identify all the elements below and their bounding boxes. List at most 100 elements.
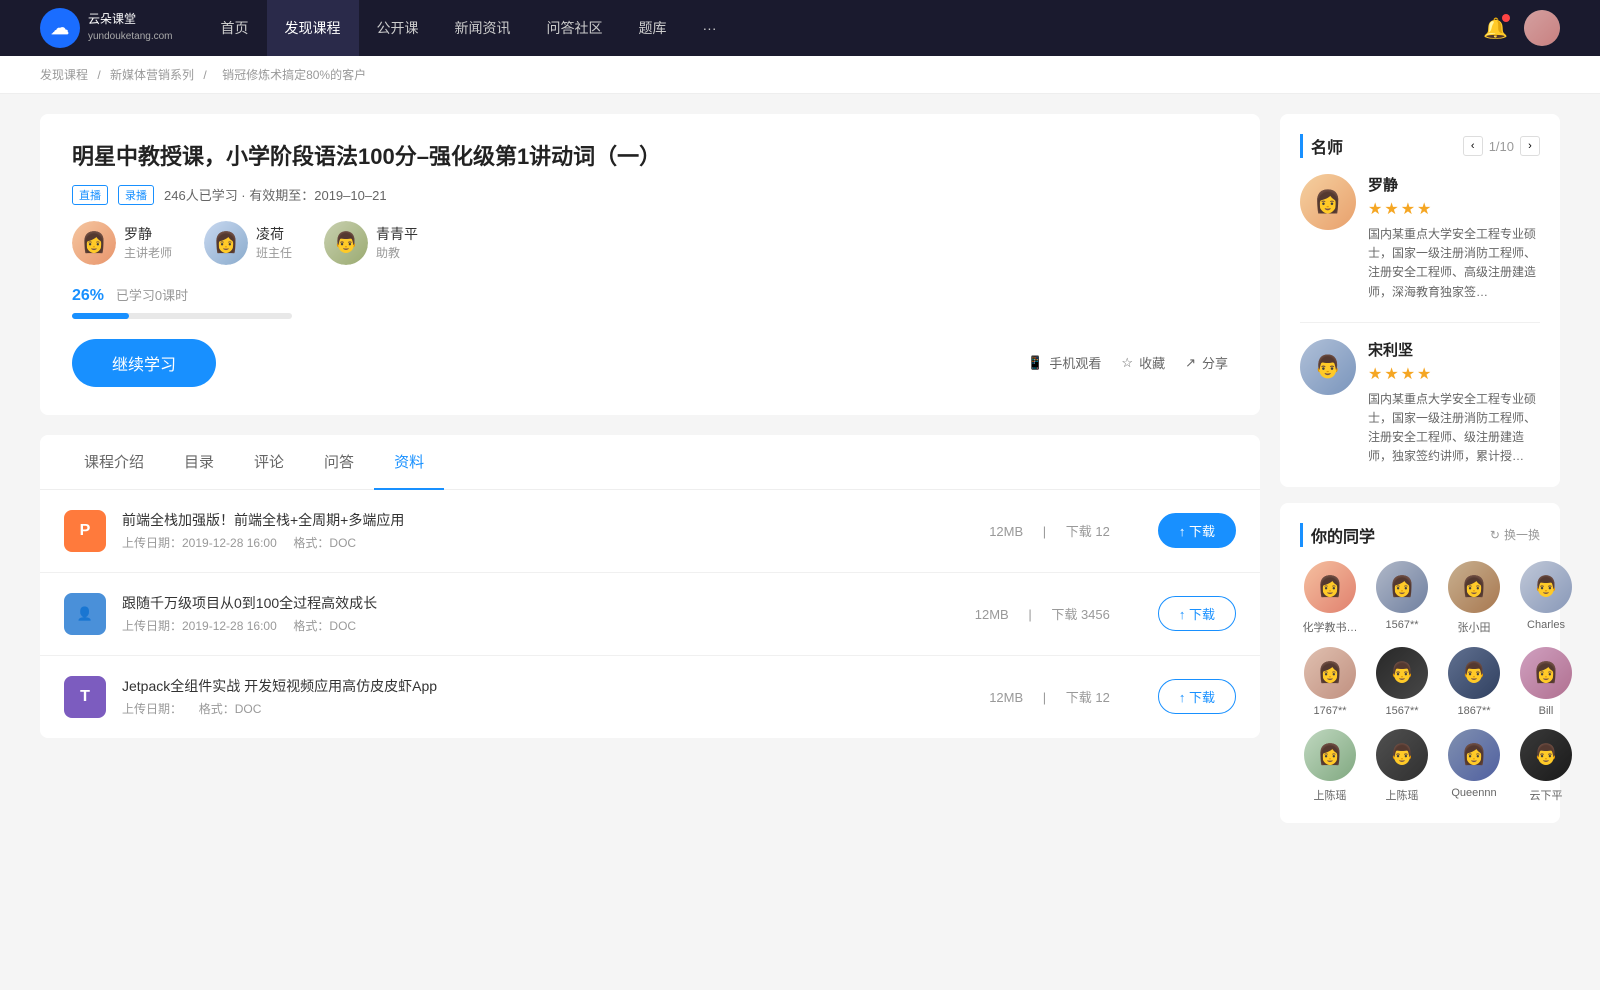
cm-face-3: 👩 — [1448, 561, 1500, 613]
course-stats: 246人已学习 · 有效期至：2019–10–21 — [164, 185, 387, 204]
logo[interactable]: ☁ 云朵课堂yundouketang.com — [40, 8, 173, 48]
next-teacher-btn[interactable]: › — [1520, 136, 1540, 156]
badge-record: 录播 — [118, 185, 154, 205]
resource-item-1: P 前端全栈加强版！前端全栈+全周期+多端应用 上传日期：2019-12-28 … — [40, 490, 1260, 573]
teacher-avatar-2: 👩 — [204, 221, 248, 265]
tab-catalog[interactable]: 目录 — [164, 435, 234, 490]
cm-name-11: Queennn — [1444, 787, 1504, 799]
breadcrumb-link-series[interactable]: 新媒体营销系列 — [110, 68, 194, 82]
collect-button[interactable]: ☆ 收藏 — [1121, 353, 1165, 372]
classmate-7[interactable]: 👨 1867** — [1444, 647, 1504, 717]
nav-item-news[interactable]: 新闻资讯 — [437, 0, 529, 56]
classmate-12[interactable]: 👨 云下平 — [1516, 729, 1576, 803]
classmate-5[interactable]: 👩 1767** — [1300, 647, 1360, 717]
tabs-content: P 前端全栈加强版！前端全栈+全周期+多端应用 上传日期：2019-12-28 … — [40, 490, 1260, 738]
nav-item-open[interactable]: 公开课 — [359, 0, 437, 56]
notification-badge — [1502, 14, 1510, 22]
cm-avatar-12: 👨 — [1520, 729, 1572, 781]
size-3: 12MB — [989, 690, 1023, 705]
teacher-role-3: 助教 — [376, 244, 418, 261]
format-3: 格式：DOC — [199, 702, 262, 716]
tab-qa[interactable]: 问答 — [304, 435, 374, 490]
resource-meta-2: 上传日期：2019-12-28 16:00 格式：DOC — [122, 617, 927, 634]
cm-avatar-11: 👩 — [1448, 729, 1500, 781]
nav-item-home[interactable]: 首页 — [203, 0, 267, 56]
sidebar-teacher-avatar-2[interactable]: 👨 — [1300, 339, 1356, 395]
resource-info-2: 跟随千万级项目从0到100全过程高效成长 上传日期：2019-12-28 16:… — [122, 593, 927, 634]
resource-info-1: 前端全栈加强版！前端全栈+全周期+多端应用 上传日期：2019-12-28 16… — [122, 510, 941, 551]
download-button-2[interactable]: ↑ 下载 — [1158, 596, 1236, 631]
progress-text: 已学习0课时 — [116, 288, 188, 303]
sidebar-teacher-info-2: 宋利坚 ★★★★ 国内某重点大学安全工程专业硕士，国家一级注册消防工程师、注册安… — [1368, 339, 1540, 467]
teacher-page: 1/10 — [1489, 139, 1514, 154]
share-icon: ↗ — [1185, 355, 1196, 371]
resource-item-2: 👤 跟随千万级项目从0到100全过程高效成长 上传日期：2019-12-28 1… — [40, 573, 1260, 656]
resource-icon-3: T — [64, 676, 106, 718]
share-button[interactable]: ↗ 分享 — [1185, 353, 1228, 372]
mobile-label: 手机观看 — [1049, 353, 1101, 372]
tab-reviews[interactable]: 评论 — [234, 435, 304, 490]
progress-pct: 26% — [72, 287, 104, 304]
breadcrumb-link-discover[interactable]: 发现课程 — [40, 68, 88, 82]
cm-name-7: 1867** — [1444, 705, 1504, 717]
course-header: 明星中教授课，小学阶段语法100分–强化级第1讲动词（一） 直播 录播 246人… — [40, 114, 1260, 415]
progress-section: 26% 已学习0课时 — [72, 285, 1228, 319]
classmate-11[interactable]: 👩 Queennn — [1444, 729, 1504, 803]
refresh-button[interactable]: ↻ 换一换 — [1490, 526, 1540, 543]
sidebar-teacher-avatar-1[interactable]: 👩 — [1300, 174, 1356, 230]
progress-label: 26% 已学习0课时 — [72, 285, 1228, 305]
sidebar-teacher-2: 👨 宋利坚 ★★★★ 国内某重点大学安全工程专业硕士，国家一级注册消防工程师、注… — [1300, 339, 1540, 467]
continue-button[interactable]: 继续学习 — [72, 339, 216, 387]
teachers-pagination: ‹ 1/10 › — [1463, 136, 1540, 156]
nav-item-exam[interactable]: 题库 — [621, 0, 685, 56]
classmate-6[interactable]: 👨 1567** — [1372, 647, 1432, 717]
teacher-role-2: 班主任 — [256, 244, 292, 261]
teacher-name-1: 罗静 — [124, 224, 172, 244]
nav-right: 🔔 — [1483, 10, 1560, 46]
nav-item-qa[interactable]: 问答社区 — [529, 0, 621, 56]
classmate-9[interactable]: 👩 上陈瑶 — [1300, 729, 1360, 803]
cm-face-8: 👩 — [1520, 647, 1572, 699]
teachers-card-title: 名师 — [1300, 134, 1343, 158]
size-2: 12MB — [975, 607, 1009, 622]
resource-meta-1: 上传日期：2019-12-28 16:00 格式：DOC — [122, 534, 941, 551]
prev-teacher-btn[interactable]: ‹ — [1463, 136, 1483, 156]
classmate-8[interactable]: 👩 Bill — [1516, 647, 1576, 717]
classmates-title: 你的同学 — [1300, 523, 1375, 547]
teacher-avatar-img-3: 👨 — [324, 221, 368, 265]
resource-item-3: T Jetpack全组件实战 开发短视频应用高仿皮皮虾App 上传日期： 格式：… — [40, 656, 1260, 738]
cm-name-9: 上陈瑶 — [1300, 787, 1360, 803]
download-button-3[interactable]: ↑ 下载 — [1158, 679, 1236, 714]
cm-face-1: 👩 — [1304, 561, 1356, 613]
classmates-card: 你的同学 ↻ 换一换 👩 化学教书… 👩 1567** 👩 张小田 — [1280, 503, 1560, 823]
download-button-1[interactable]: ↑ 下载 — [1158, 513, 1236, 548]
sidebar-teacher-1: 👩 罗静 ★★★★ 国内某重点大学安全工程专业硕士，国家一级注册消防工程师、注册… — [1300, 174, 1540, 302]
classmate-3[interactable]: 👩 张小田 — [1444, 561, 1504, 635]
cm-avatar-3: 👩 — [1448, 561, 1500, 613]
tab-resources[interactable]: 资料 — [374, 435, 444, 490]
nav-item-more[interactable]: ··· — [685, 0, 735, 56]
nav-item-discover[interactable]: 发现课程 — [267, 0, 359, 56]
mobile-icon: 📱 — [1027, 355, 1043, 371]
mobile-watch-button[interactable]: 📱 手机观看 — [1027, 353, 1101, 372]
resource-stats-3: 12MB | 下载 12 — [981, 687, 1118, 706]
teacher-avatar-1: 👩 — [72, 221, 116, 265]
teacher-item-1: 👩 罗静 主讲老师 — [72, 221, 172, 265]
format-1: 格式：DOC — [293, 536, 356, 550]
resource-icon-1: P — [64, 510, 106, 552]
teacher-divider — [1300, 322, 1540, 323]
size-1: 12MB — [989, 524, 1023, 539]
classmate-4[interactable]: 👨 Charles — [1516, 561, 1576, 635]
cm-face-11: 👩 — [1448, 729, 1500, 781]
classmate-10[interactable]: 👨 上陈瑶 — [1372, 729, 1432, 803]
sidebar-teacher-stars-1: ★★★★ — [1368, 199, 1540, 219]
sidebar-teacher-desc-2: 国内某重点大学安全工程专业硕士，国家一级注册消防工程师、注册安全工程师、级注册建… — [1368, 390, 1540, 467]
classmate-1[interactable]: 👩 化学教书… — [1300, 561, 1360, 635]
teachers-card: 名师 ‹ 1/10 › 👩 罗静 ★★★★ 国内某重点大学安全工程专业硕士，国家… — [1280, 114, 1560, 487]
refresh-label: 换一换 — [1504, 526, 1540, 543]
bell-icon[interactable]: 🔔 — [1483, 16, 1508, 41]
user-avatar[interactable] — [1524, 10, 1560, 46]
tab-intro[interactable]: 课程介绍 — [64, 435, 164, 490]
downloads-2: 下载 3456 — [1051, 607, 1110, 622]
classmate-2[interactable]: 👩 1567** — [1372, 561, 1432, 635]
